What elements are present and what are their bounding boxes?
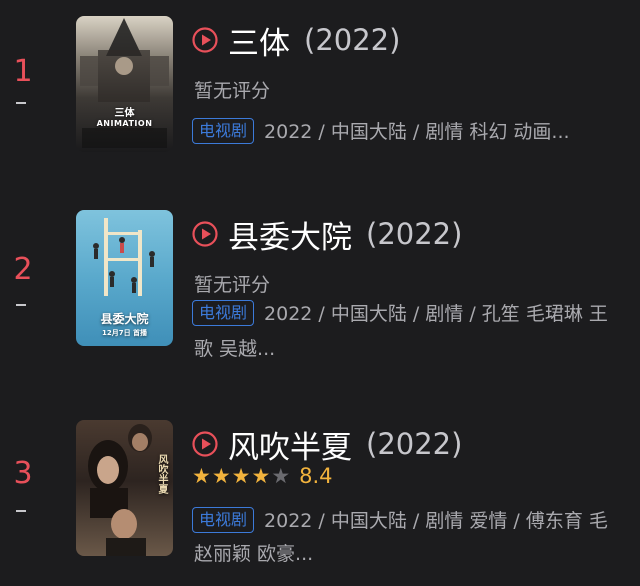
rating-score: 8.4 bbox=[299, 464, 333, 488]
title-row[interactable]: 三体 (2022) bbox=[192, 18, 400, 62]
poster-image[interactable]: 风吹半夏 bbox=[76, 420, 173, 556]
type-badge: 电视剧 bbox=[192, 117, 255, 144]
type-badge: 电视剧 bbox=[192, 506, 255, 533]
dash-icon bbox=[16, 102, 26, 104]
rank-number: 3 bbox=[13, 456, 33, 491]
poster-title: 风吹半夏 bbox=[156, 454, 167, 494]
item-meta-continued: 赵丽颖 欧豪... bbox=[194, 543, 314, 565]
star-rating: ★★★★★ bbox=[192, 464, 291, 488]
rating-text: 暂无评分 bbox=[194, 80, 271, 102]
dash-icon bbox=[16, 510, 26, 512]
title-row[interactable]: 县委大院 (2022) bbox=[192, 212, 462, 256]
poster-subtitle: ANIMATION bbox=[96, 119, 153, 128]
list-item[interactable]: 3 风吹半夏 风吹半夏 (2022) ★★★★★ 8.4 电视剧 2022 / … bbox=[0, 420, 640, 570]
poster-title: 县委大院 bbox=[100, 312, 149, 326]
meta-row: 电视剧 2022 / 中国大陆 / 剧情 / 孔笙 毛珺琳 王 bbox=[192, 299, 640, 326]
dash-icon bbox=[16, 304, 26, 306]
star-filled-icon: ★ bbox=[211, 464, 231, 488]
star-empty-icon: ★ bbox=[271, 464, 291, 488]
item-meta: 2022 / 中国大陆 / 剧情 爱情 / 傅东育 毛 bbox=[264, 510, 608, 532]
item-meta: 2022 / 中国大陆 / 剧情 科幻 动画... bbox=[264, 121, 570, 143]
list-item[interactable]: 1 三体 ANIMATION 三体 (2022) 暂无评分 电视剧 2022 /… bbox=[0, 16, 640, 166]
rating: ★★★★★ 8.4 bbox=[192, 464, 333, 488]
item-title[interactable]: 县委大院 bbox=[228, 212, 352, 257]
meta-row: 电视剧 2022 / 中国大陆 / 剧情 爱情 / 傅东育 毛 bbox=[192, 506, 640, 533]
poster-subtitle: 12月7日 首播 bbox=[101, 329, 148, 337]
item-meta: 2022 / 中国大陆 / 剧情 / 孔笙 毛珺琳 王 bbox=[264, 303, 608, 325]
item-year: (2022) bbox=[366, 427, 463, 461]
item-meta-continued: 歌 吴越... bbox=[194, 338, 276, 360]
play-icon[interactable] bbox=[192, 431, 218, 457]
type-badge: 电视剧 bbox=[192, 299, 255, 326]
rating-text: 暂无评分 bbox=[194, 274, 271, 296]
poster-art bbox=[80, 18, 169, 148]
title-row[interactable]: 风吹半夏 (2022) bbox=[192, 422, 462, 466]
play-icon[interactable] bbox=[192, 27, 218, 53]
ranking-list: 1 三体 ANIMATION 三体 (2022) 暂无评分 电视剧 2022 /… bbox=[0, 0, 640, 586]
item-year: (2022) bbox=[366, 217, 463, 251]
poster-image[interactable]: 三体 ANIMATION bbox=[76, 16, 173, 152]
play-icon[interactable] bbox=[192, 221, 218, 247]
item-year: (2022) bbox=[304, 23, 401, 57]
poster-image[interactable]: 县委大院 12月7日 首播 bbox=[76, 210, 173, 346]
meta-row: 电视剧 2022 / 中国大陆 / 剧情 科幻 动画... bbox=[192, 117, 640, 144]
item-title[interactable]: 风吹半夏 bbox=[228, 422, 352, 467]
star-filled-icon: ★ bbox=[231, 464, 251, 488]
poster-title: 三体 bbox=[114, 108, 135, 119]
rank-number: 1 bbox=[13, 54, 33, 89]
star-filled-icon: ★ bbox=[192, 464, 211, 488]
rank-number: 2 bbox=[13, 252, 33, 287]
item-title[interactable]: 三体 bbox=[228, 18, 290, 63]
star-filled-icon: ★ bbox=[251, 464, 271, 488]
list-item[interactable]: 2 县委大院 12月7日 首播 县委大院 (2022) 暂无评分 电视剧 202… bbox=[0, 210, 640, 360]
